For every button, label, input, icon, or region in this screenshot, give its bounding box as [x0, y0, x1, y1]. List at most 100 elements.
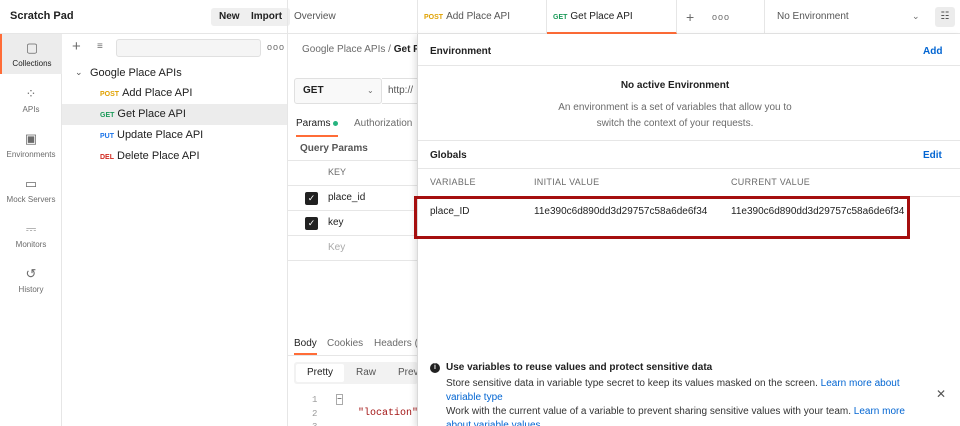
rail-label: Collections: [12, 59, 52, 68]
param-key[interactable]: place_id: [328, 192, 365, 203]
tab-params[interactable]: Params: [296, 118, 339, 137]
environment-header: Environment: [430, 46, 492, 57]
info-text: Store sensitive data in variable type se…: [446, 377, 926, 405]
request-label: Delete Place API: [117, 150, 200, 162]
rail-label: Monitors: [15, 240, 47, 249]
divider: [418, 140, 960, 141]
method-badge: POST: [100, 91, 120, 98]
chevron-down-icon[interactable]: ⌄: [75, 67, 83, 78]
chevron-down-icon: ⌄: [912, 11, 920, 21]
table-header: KEY: [288, 161, 418, 186]
query-params-title: Query Params: [300, 143, 368, 154]
tab-label: Get Place API: [570, 11, 633, 22]
column-header-key: KEY: [328, 167, 347, 177]
environment-select-value: No Environment: [777, 11, 849, 22]
filter-icon[interactable]: ≡: [97, 41, 103, 52]
collections-more-icon[interactable]: ooo: [267, 42, 285, 52]
line-number: 1: [312, 395, 318, 405]
query-params-table: KEY ✓ place_id ✓ key Key: [288, 160, 418, 261]
column-header-initial-value: INITIAL VALUE: [534, 177, 600, 187]
rail-item-monitors[interactable]: ⎓ Monitors: [0, 221, 62, 249]
table-row: ✓ place_id: [288, 186, 418, 211]
view-preview-button[interactable]: Prev: [398, 367, 419, 378]
view-raw-button[interactable]: Raw: [356, 367, 376, 378]
request-label: Add Place API: [122, 87, 193, 99]
breadcrumb: Google Place APIs / Get P: [302, 44, 420, 55]
tab-overview[interactable]: Overview: [288, 0, 418, 34]
monitor-icon: ⎓: [25, 221, 37, 236]
params-active-dot: [333, 120, 339, 126]
table-row: ✓ key: [288, 211, 418, 236]
rail-label: Mock Servers: [6, 195, 56, 204]
rail-label: Environments: [6, 150, 56, 159]
method-badge: GET: [100, 112, 115, 119]
rail-item-environments[interactable]: ▣ Environments: [0, 131, 62, 159]
close-icon[interactable]: ✕: [936, 387, 946, 401]
workspace-title[interactable]: Scratch Pad: [10, 10, 74, 22]
line-number: 2: [312, 409, 318, 419]
tab-label: Add Place API: [446, 11, 510, 22]
rail-label: APIs: [22, 105, 40, 114]
line-number: 3: [312, 422, 317, 426]
info-title: Use variables to reuse values and protec…: [446, 362, 713, 373]
no-environment-description: An environment is a set of variables tha…: [558, 102, 792, 129]
param-checkbox[interactable]: ✓: [305, 217, 318, 230]
param-key-placeholder[interactable]: Key: [328, 242, 345, 253]
request-item-update-place[interactable]: PUT Update Place API: [62, 125, 287, 146]
mock-server-icon: ▭: [24, 176, 38, 191]
info-text-line: Store sensitive data in variable type se…: [446, 378, 818, 389]
info-text: Work with the current value of a variabl…: [446, 405, 926, 426]
divider: [418, 65, 960, 66]
info-banner: i Use variables to reuse values and prot…: [418, 354, 960, 426]
no-environment-title: No active Environment: [620, 80, 730, 91]
chevron-down-icon: ⌄: [367, 86, 374, 95]
request-item-get-place[interactable]: GET Get Place API: [62, 104, 287, 125]
environments-icon: ▣: [24, 131, 38, 146]
history-icon: ↺: [25, 266, 37, 281]
tab-label: Params: [296, 118, 331, 129]
column-header-variable: VARIABLE: [430, 177, 476, 187]
apis-icon: ⁘: [25, 86, 37, 101]
view-pretty-button[interactable]: Pretty: [296, 364, 344, 382]
param-key[interactable]: key: [328, 217, 344, 228]
breadcrumb-separator: /: [388, 44, 391, 55]
add-environment-link[interactable]: Add: [923, 46, 942, 57]
rail-item-history[interactable]: ↺ History: [0, 266, 62, 294]
param-checkbox[interactable]: ✓: [305, 192, 318, 205]
tab-cookies[interactable]: Cookies: [327, 338, 363, 349]
more-tabs-icon[interactable]: ooo: [712, 12, 730, 22]
code-line: "location":: [358, 408, 425, 419]
rail-item-collections[interactable]: ▢ Collections: [0, 34, 62, 74]
divider: [418, 168, 960, 169]
collections-search-input[interactable]: [116, 39, 261, 57]
request-item-add-place[interactable]: POST Add Place API: [62, 83, 287, 104]
method-badge: POST: [424, 14, 444, 21]
method-badge: GET: [553, 14, 568, 21]
info-icon: i: [430, 363, 440, 373]
tab-get-place-api[interactable]: GET Get Place API: [547, 0, 677, 34]
environment-quick-look-icon[interactable]: ☷: [935, 7, 955, 27]
tab-authorization[interactable]: Authorization: [354, 118, 412, 129]
request-item-delete-place[interactable]: DEL Delete Place API: [62, 146, 287, 167]
url-input[interactable]: http://: [382, 78, 422, 104]
tab-label: Overview: [294, 11, 336, 22]
tab-body[interactable]: Body: [294, 338, 317, 355]
tab-add-place-api[interactable]: POST Add Place API: [418, 0, 547, 34]
code-fold-icon[interactable]: −: [336, 394, 343, 405]
rail-item-mock-servers[interactable]: ▭ Mock Servers: [0, 176, 62, 204]
breadcrumb-current: Get P: [393, 44, 420, 55]
breadcrumb-root[interactable]: Google Place APIs: [302, 44, 385, 55]
tab-headers[interactable]: Headers (: [374, 338, 418, 349]
add-collection-plus-icon[interactable]: +: [72, 38, 81, 55]
new-tab-plus-icon[interactable]: +: [686, 9, 694, 25]
request-label: Get Place API: [117, 108, 186, 120]
environment-select[interactable]: No Environment: [764, 0, 932, 34]
rail-item-apis[interactable]: ⁘ APIs: [0, 86, 62, 114]
edit-globals-link[interactable]: Edit: [923, 150, 942, 161]
column-header-current-value: CURRENT VALUE: [731, 177, 811, 187]
rail-label: History: [18, 285, 44, 294]
method-badge: PUT: [100, 133, 114, 140]
request-label: Update Place API: [117, 129, 204, 141]
collection-root[interactable]: Google Place APIs: [90, 67, 182, 79]
import-button[interactable]: Import: [243, 8, 291, 26]
